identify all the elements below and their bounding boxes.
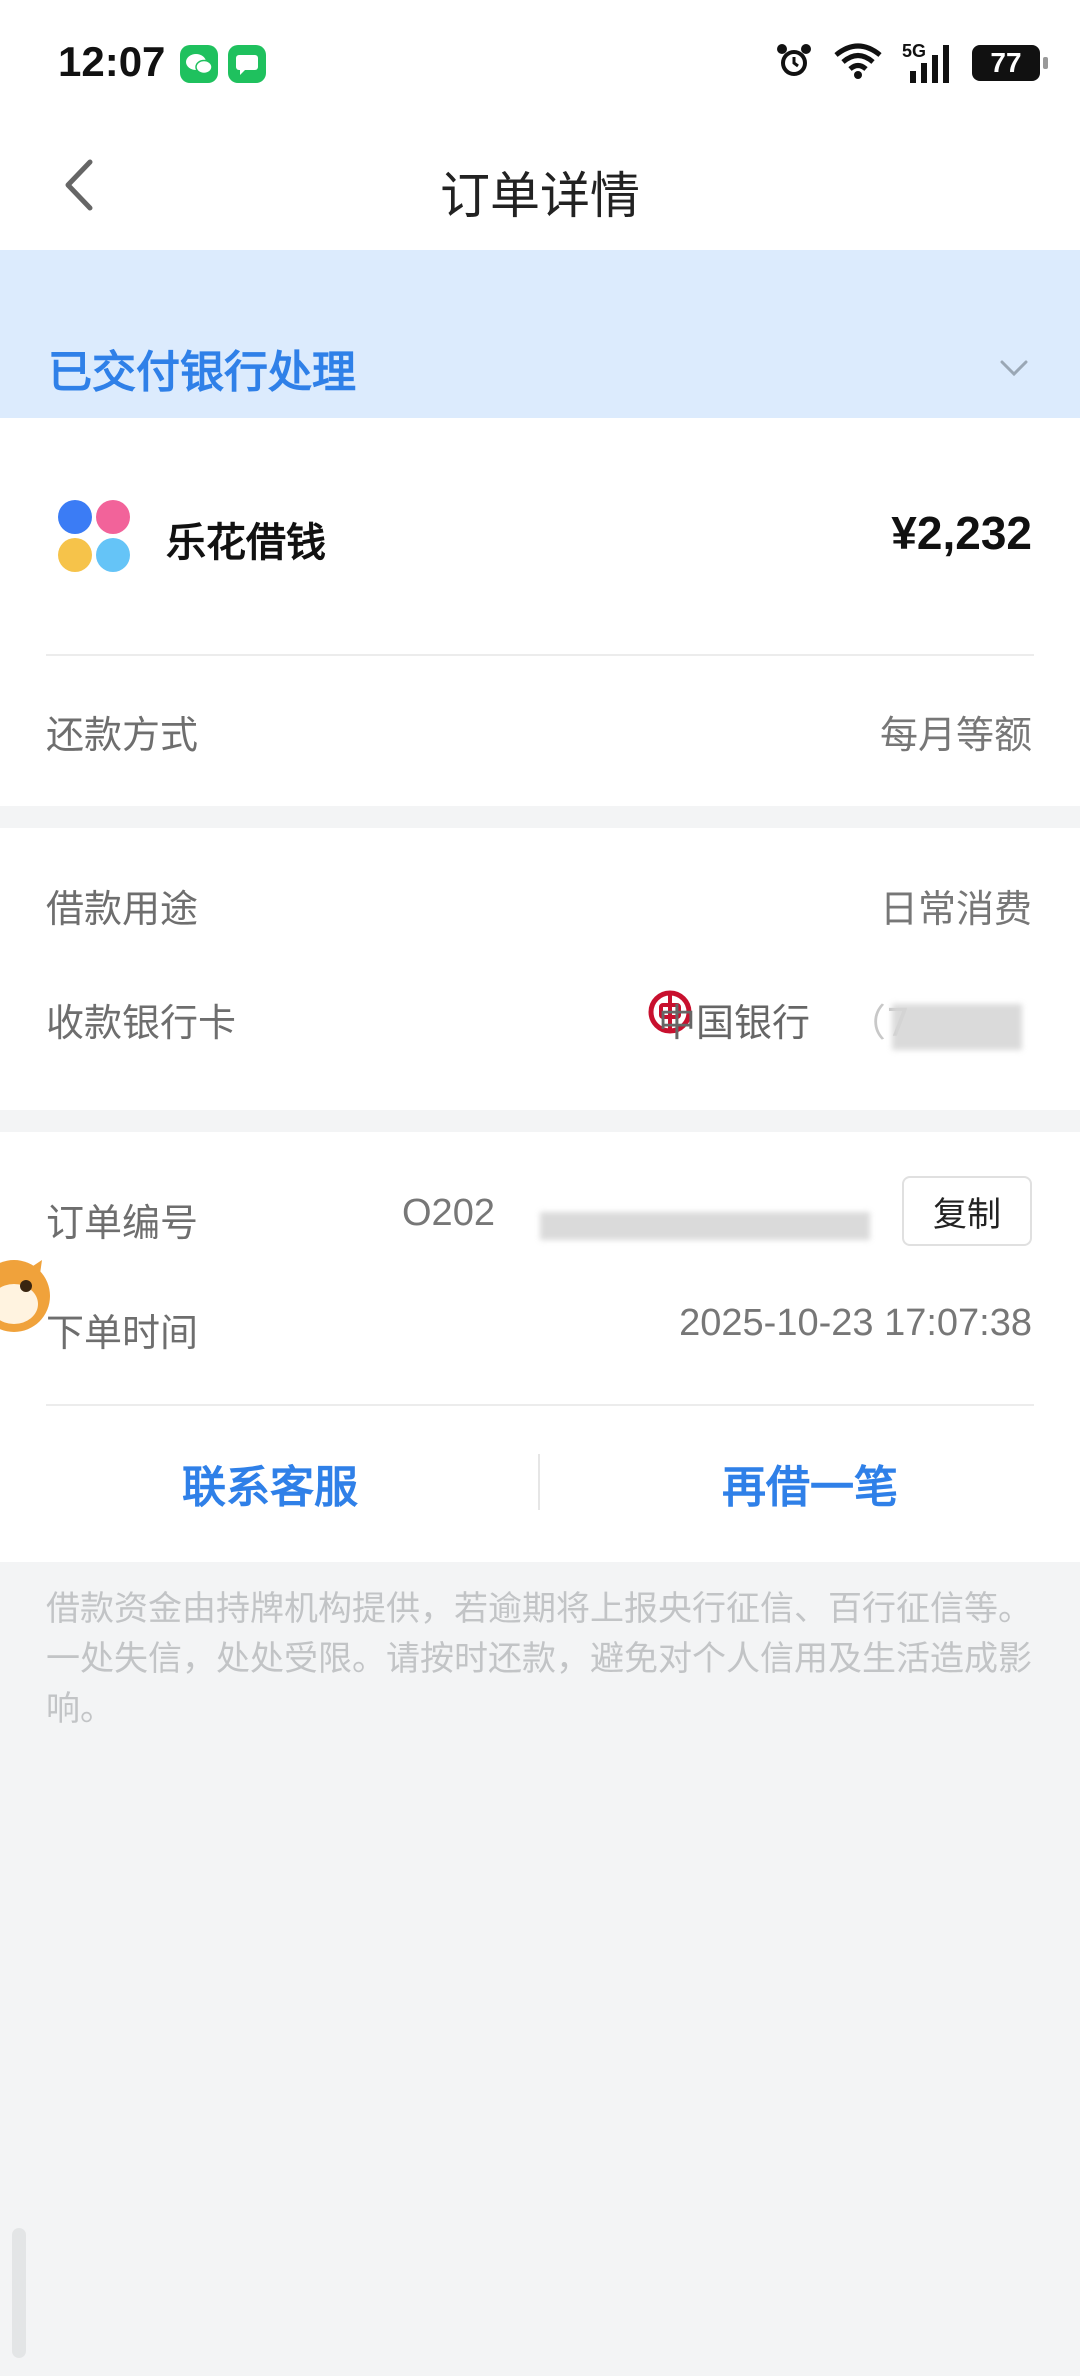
copy-button[interactable]: 复制 — [902, 1176, 1032, 1246]
order-number-value: O202 — [402, 1192, 495, 1234]
order-status-text: 已交付银行处理 — [48, 347, 356, 398]
status-indicators: 5G 77 — [774, 38, 1048, 88]
floating-mascot-icon[interactable] — [0, 1256, 52, 1336]
contact-service-button[interactable]: 联系客服 — [0, 1438, 540, 1538]
product-card: 乐花借钱 ¥2,232 还款方式 每月等额 — [0, 418, 1080, 806]
redacted-card-number — [892, 1004, 1022, 1050]
order-status-banner[interactable]: 已交付银行处理 — [0, 250, 1080, 418]
product-name: 乐花借钱 — [166, 520, 326, 566]
redacted-order-number — [540, 1212, 870, 1240]
message-icon — [228, 45, 266, 83]
loan-purpose-label: 借款用途 — [46, 887, 199, 931]
loan-amount: ¥2,232 — [891, 507, 1032, 559]
repayment-method-label: 还款方式 — [46, 713, 199, 757]
edge-scroll-handle[interactable] — [12, 2228, 26, 2358]
borrow-again-label: 再借一笔 — [722, 1462, 898, 1513]
status-bar: 12:07 5G 77 — [0, 0, 1080, 120]
bank-name: 中国银行 — [657, 1001, 810, 1045]
bank-card-label: 收款银行卡 — [46, 1001, 237, 1045]
nav-bar: 订单详情 — [0, 120, 1080, 250]
status-time: 12:07 — [58, 38, 166, 85]
wifi-icon — [832, 41, 884, 85]
battery-level: 77 — [990, 47, 1022, 78]
loan-purpose-value: 日常消费 — [879, 887, 1032, 931]
order-time-label: 下单时间 — [46, 1311, 199, 1355]
loan-info-card: 借款用途 日常消费 收款银行卡 中国银行 （7 — [0, 828, 1080, 1110]
order-info-card: 订单编号 O202 复制 下单时间 2025-10-23 17:07:38 联系… — [0, 1132, 1080, 1562]
divider — [46, 1404, 1034, 1406]
contact-service-label: 联系客服 — [182, 1462, 358, 1513]
chevron-down-icon — [1000, 360, 1028, 377]
alarm-icon — [774, 41, 814, 85]
disclaimer-text: 借款资金由持牌机构提供，若逾期将上报央行征信、百行征信等。一处失信，处处受限。请… — [46, 1589, 1032, 1729]
order-time-value: 2025-10-23 17:07:38 — [679, 1302, 1032, 1344]
battery-indicator: 77 — [972, 45, 1048, 81]
page-title: 订单详情 — [440, 167, 640, 225]
borrow-again-button[interactable]: 再借一笔 — [540, 1438, 1080, 1538]
cellular-signal-icon: 5G — [902, 41, 954, 85]
divider — [46, 654, 1034, 656]
product-logo-icon — [58, 500, 130, 572]
repayment-method-value: 每月等额 — [879, 713, 1032, 757]
order-number-label: 订单编号 — [46, 1201, 199, 1245]
wechat-icon — [180, 45, 218, 83]
